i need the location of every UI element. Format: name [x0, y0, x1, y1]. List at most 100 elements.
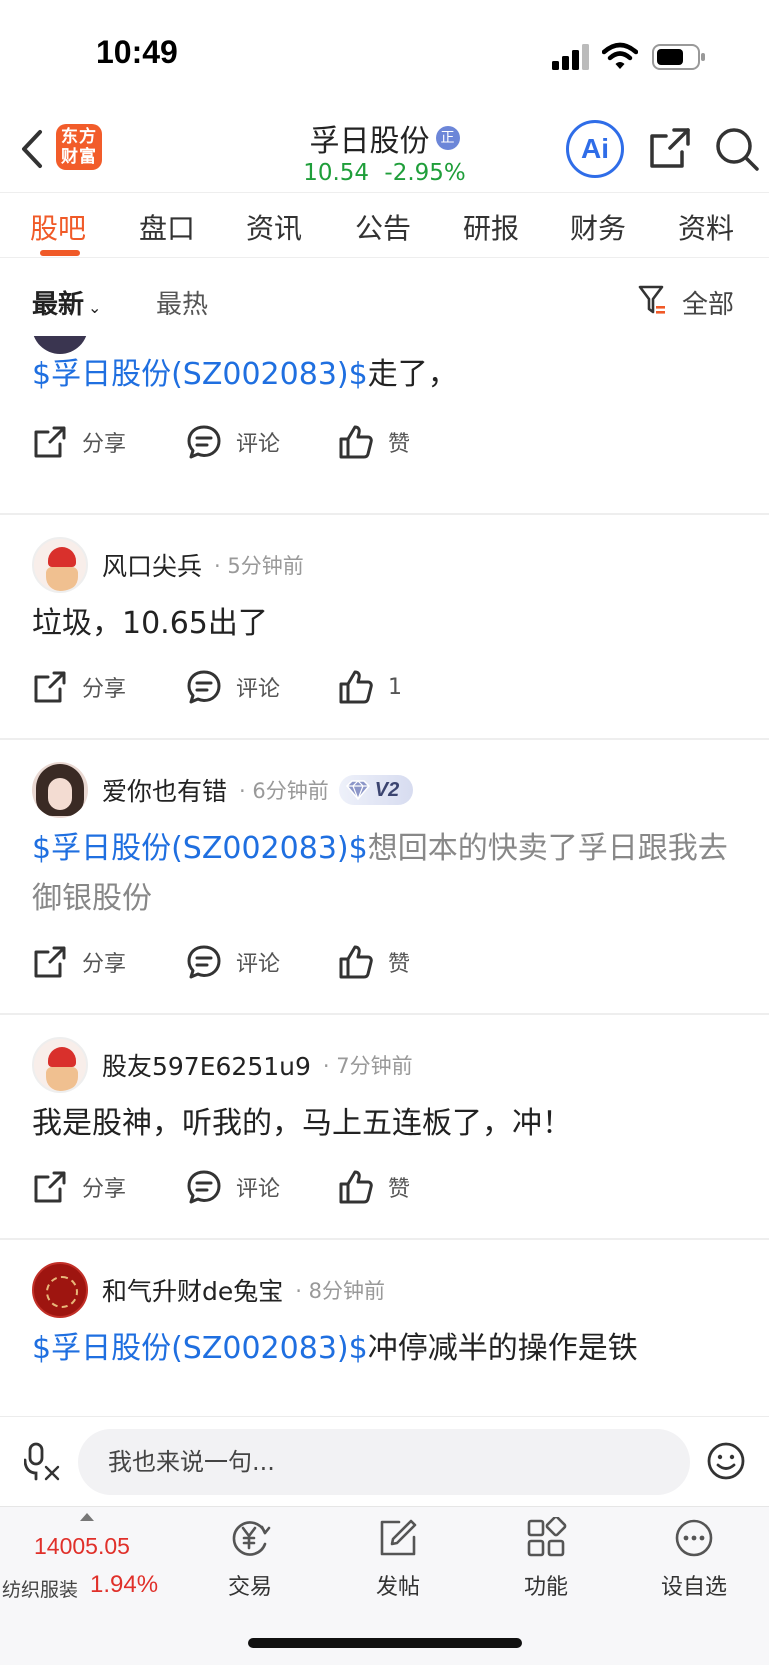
thumbs-up-icon: [339, 425, 373, 459]
voice-input-icon[interactable]: [24, 1441, 60, 1481]
post-item[interactable]: $孚日股份(SZ002083)$走了， 分享 评论 赞: [0, 336, 769, 515]
search-icon[interactable]: [714, 126, 760, 172]
post-item[interactable]: 爱你也有错 · 6分钟前 V2 $孚日股份(SZ002083)$想回本的快卖了孚…: [0, 740, 769, 1015]
zheng-badge: 正: [435, 126, 460, 150]
yen-exchange-icon: [232, 1521, 271, 1556]
comment-icon: [187, 1170, 221, 1204]
tab-yanbao[interactable]: 研报: [463, 207, 519, 247]
filter-all-button[interactable]: 全部: [682, 284, 734, 321]
post-actions: 分享 评论 1: [32, 665, 732, 709]
comment-action[interactable]: 评论: [186, 665, 280, 709]
share-icon: [34, 426, 66, 458]
battery-icon: [652, 44, 705, 70]
wifi-icon: [602, 42, 638, 69]
home-indicator[interactable]: [248, 1638, 522, 1648]
share-action[interactable]: 分享: [32, 940, 126, 984]
thumbs-up-icon: [339, 945, 373, 979]
post-item[interactable]: 股友597E6251u9 · 7分钟前 我是股神，听我的，马上五连板了，冲！ 分…: [0, 1015, 769, 1240]
comment-action[interactable]: 评论: [186, 420, 280, 464]
emoji-icon[interactable]: [706, 1441, 746, 1481]
post-text[interactable]: $孚日股份(SZ002083)$走了，: [32, 350, 732, 400]
tab-bar: 股吧 盘口 资讯 公告 研报 财务 资料: [0, 192, 769, 258]
like-label: 赞: [388, 1177, 411, 1202]
avatar[interactable]: [32, 1037, 88, 1093]
post-item[interactable]: 风口尖兵 · 5分钟前 垃圾，10.65出了 分享 评论 1: [0, 515, 769, 740]
avatar[interactable]: [32, 762, 88, 818]
post-item[interactable]: 和气升财de兔宝 · 8分钟前 $孚日股份(SZ002083)$冲停减半的操作是…: [0, 1240, 769, 1416]
diamond-icon: [345, 780, 370, 800]
trade-label: 交易: [227, 1575, 272, 1600]
post-body: 冲停减半的操作是铁: [367, 1331, 638, 1366]
ai-button[interactable]: Ai: [566, 120, 624, 178]
comment-input[interactable]: 我也来说一句...: [78, 1429, 690, 1495]
comment-label: 评论: [236, 432, 281, 457]
username[interactable]: 股友597E6251u9: [102, 1047, 311, 1083]
post-text[interactable]: $孚日股份(SZ002083)$冲停减半的操作是铁: [32, 1324, 732, 1374]
status-bar: 10:49: [0, 0, 769, 110]
sort-hot-button[interactable]: 最热: [156, 284, 208, 321]
stock-tag-link[interactable]: $孚日股份(SZ002083)$: [32, 357, 368, 392]
thumbs-up-icon: [339, 670, 373, 704]
functions-label: 功能: [523, 1575, 568, 1600]
tab-zixun[interactable]: 资讯: [246, 207, 302, 247]
add-watchlist-label: 设自选: [660, 1575, 727, 1600]
tab-guba[interactable]: 股吧: [30, 207, 86, 247]
like-label: 赞: [388, 952, 411, 977]
add-watchlist-button[interactable]: 设自选: [644, 1517, 744, 1601]
avatar[interactable]: [32, 537, 88, 593]
like-action[interactable]: 赞: [338, 940, 410, 984]
share-icon: [34, 946, 66, 978]
cellular-signal-icon: [552, 44, 589, 70]
avatar[interactable]: [32, 1262, 88, 1318]
expand-arrow-icon: [80, 1513, 94, 1521]
comment-label: 评论: [236, 677, 281, 702]
post-text[interactable]: $孚日股份(SZ002083)$想回本的快卖了孚日跟我去御银股份: [32, 824, 732, 924]
tab-caiwu[interactable]: 财务: [570, 207, 626, 247]
comment-action[interactable]: 评论: [186, 940, 280, 984]
like-label: 赞: [388, 432, 411, 457]
like-action[interactable]: 1: [338, 665, 402, 709]
post-button[interactable]: 发帖: [348, 1517, 448, 1601]
share-label: 分享: [82, 677, 127, 702]
stock-tag-link[interactable]: $孚日股份(SZ002083)$: [32, 831, 368, 866]
share-label: 分享: [82, 432, 127, 457]
post-body: 垃圾，10.65出了: [32, 606, 268, 641]
stock-tag-link[interactable]: $孚日股份(SZ002083)$: [32, 1331, 368, 1366]
comment-icon: [187, 425, 221, 459]
share-action[interactable]: 分享: [32, 420, 126, 464]
username[interactable]: 爱你也有错: [102, 772, 227, 808]
share-icon[interactable]: [648, 126, 692, 170]
username[interactable]: 风口尖兵: [102, 547, 202, 583]
post-meta: 风口尖兵 · 5分钟前: [32, 535, 304, 595]
filter-icon[interactable]: [638, 284, 666, 316]
share-action[interactable]: 分享: [32, 1165, 126, 1209]
sort-latest-label: 最新: [32, 290, 85, 320]
tab-ziliao[interactable]: 资料: [678, 207, 734, 247]
post-meta: 爱你也有错 · 6分钟前 V2: [32, 760, 414, 820]
comment-label: 评论: [236, 952, 281, 977]
post-actions: 分享 评论 赞: [32, 1165, 732, 1209]
trade-button[interactable]: 交易: [200, 1517, 300, 1601]
sector-name: 纺织服装: [2, 1579, 79, 1601]
stock-header: 东方 财富 孚日股份 正 10.54 -2.95% Ai: [0, 110, 769, 192]
like-action[interactable]: 赞: [338, 420, 410, 464]
post-text[interactable]: 我是股神，听我的，马上五连板了，冲！: [32, 1099, 732, 1149]
post-text[interactable]: 垃圾，10.65出了: [32, 599, 732, 649]
post-label: 发帖: [375, 1575, 420, 1600]
comment-label: 评论: [236, 1177, 281, 1202]
share-icon: [34, 1171, 66, 1203]
tab-gonggao[interactable]: 公告: [355, 207, 411, 247]
like-action[interactable]: 赞: [338, 1165, 410, 1209]
tab-pankou[interactable]: 盘口: [139, 207, 195, 247]
comment-action[interactable]: 评论: [186, 1165, 280, 1209]
username[interactable]: 和气升财de兔宝: [102, 1272, 283, 1308]
functions-button[interactable]: 功能: [496, 1517, 596, 1601]
active-tab-indicator: [40, 250, 80, 256]
post-feed[interactable]: $孚日股份(SZ002083)$走了， 分享 评论 赞 风口尖兵 · 5分钟前 …: [0, 336, 769, 1416]
more-dots-icon: [675, 1519, 713, 1557]
sort-latest-dropdown[interactable]: 最新 ⌄: [32, 284, 101, 321]
post-meta: 股友597E6251u9 · 7分钟前: [32, 1035, 413, 1095]
stock-price: 10.54: [303, 160, 370, 186]
chevron-down-icon: ⌄: [88, 298, 102, 317]
share-action[interactable]: 分享: [32, 665, 126, 709]
